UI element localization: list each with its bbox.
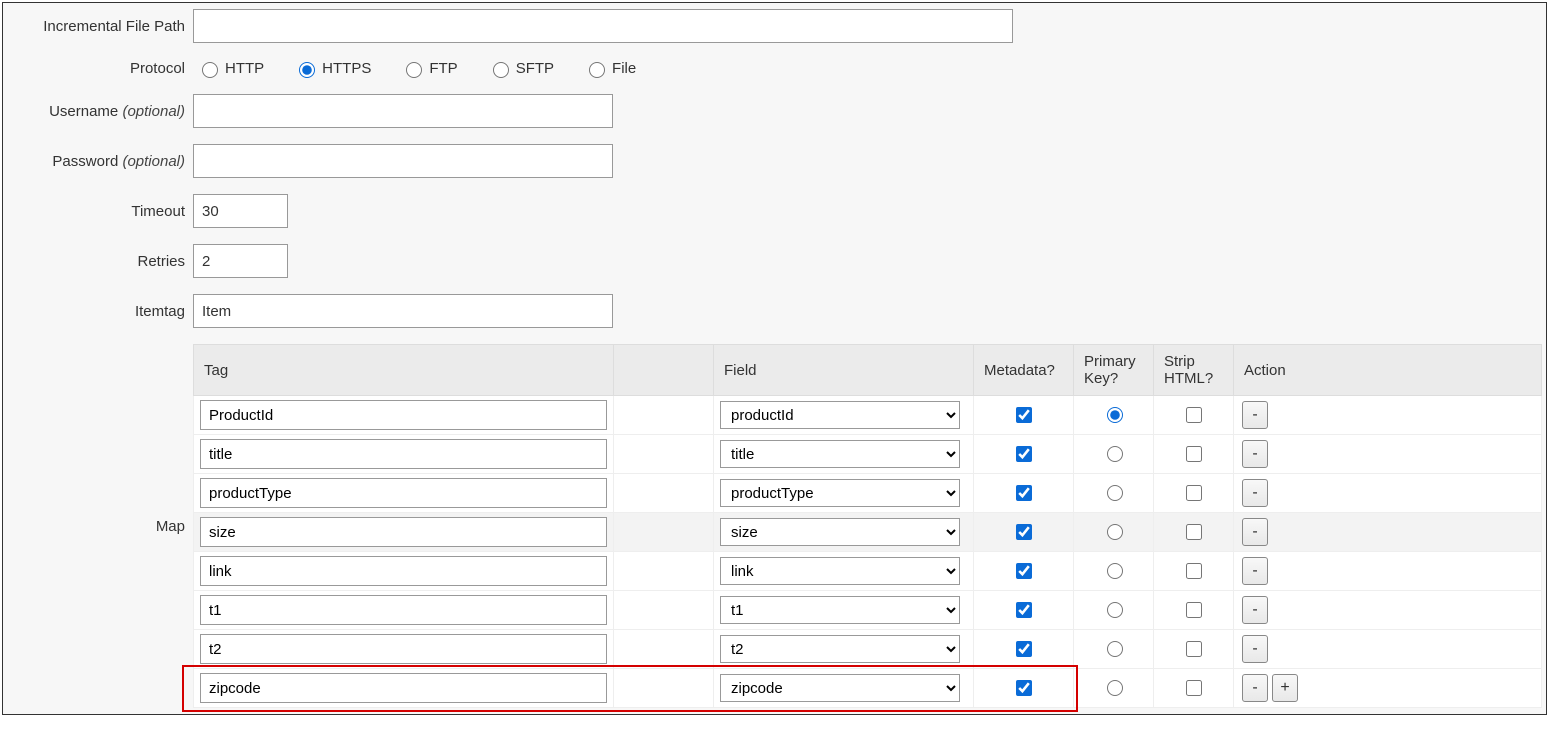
map-row: size - [194,513,1542,552]
protocol-radio-label-sftp: SFTP [516,60,554,77]
map-remove-row-button[interactable]: - [1242,557,1268,585]
map-row: link - [194,552,1542,591]
map-strip-html-checkbox[interactable] [1186,641,1202,657]
map-metadata-checkbox[interactable] [1016,407,1032,423]
map-header-primary-key: Primary Key? [1074,345,1154,396]
map-strip-html-checkbox[interactable] [1186,524,1202,540]
map-tag-input[interactable] [200,634,607,664]
map-row: zipcode -+ [194,669,1542,708]
map-primary-key-radio[interactable] [1107,680,1123,696]
map-metadata-checkbox[interactable] [1016,602,1032,618]
protocol-radio-sftp[interactable] [493,62,509,78]
map-metadata-checkbox[interactable] [1016,524,1032,540]
map-tag-input[interactable] [200,478,607,508]
map-header-tag: Tag [194,345,614,396]
map-strip-html-checkbox[interactable] [1186,680,1202,696]
map-remove-row-button[interactable]: - [1242,440,1268,468]
protocol-radio-label-ftp: FTP [429,60,457,77]
map-row: productId - [194,396,1542,435]
map-strip-html-checkbox[interactable] [1186,407,1202,423]
map-tag-input[interactable] [200,439,607,469]
map-primary-key-radio[interactable] [1107,563,1123,579]
map-header-field: Field [714,345,974,396]
protocol-radio-label-file: File [612,60,636,77]
map-strip-html-checkbox[interactable] [1186,485,1202,501]
map-remove-row-button[interactable]: - [1242,401,1268,429]
username-label: Username (optional) [7,103,193,120]
password-input[interactable] [193,144,613,178]
map-strip-html-checkbox[interactable] [1186,563,1202,579]
itemtag-label: Itemtag [7,303,193,320]
map-remove-row-button[interactable]: - [1242,674,1268,702]
map-add-row-button[interactable]: + [1272,674,1298,702]
map-remove-row-button[interactable]: - [1242,635,1268,663]
protocol-radio-ftp[interactable] [406,62,422,78]
retries-input[interactable] [193,244,288,278]
password-label: Password (optional) [7,153,193,170]
incremental-file-path-label: Incremental File Path [7,18,193,35]
map-primary-key-radio[interactable] [1107,407,1123,423]
protocol-radio-https[interactable] [299,62,315,78]
protocol-radio-file[interactable] [589,62,605,78]
map-field-select[interactable]: size [720,518,960,546]
map-tag-input[interactable] [200,517,607,547]
timeout-input[interactable] [193,194,288,228]
retries-label: Retries [7,253,193,270]
map-field-select[interactable]: t2 [720,635,960,663]
map-metadata-checkbox[interactable] [1016,485,1032,501]
map-header-metadata: Metadata? [974,345,1074,396]
map-primary-key-radio[interactable] [1107,602,1123,618]
incremental-file-path-input[interactable] [193,9,1013,43]
map-row: t1 - [194,591,1542,630]
username-input[interactable] [193,94,613,128]
map-header-action: Action [1234,345,1542,396]
map-tag-input[interactable] [200,556,607,586]
protocol-radio-group: HTTP HTTPS FTP SFTP File [193,59,636,78]
map-metadata-checkbox[interactable] [1016,446,1032,462]
map-field-select[interactable]: productType [720,479,960,507]
map-strip-html-checkbox[interactable] [1186,602,1202,618]
map-table: Tag Field Metadata? Primary Key? Strip H… [193,344,1542,708]
protocol-radio-label-http: HTTP [225,60,264,77]
map-remove-row-button[interactable]: - [1242,518,1268,546]
map-field-select[interactable]: productId [720,401,960,429]
protocol-radio-label-https: HTTPS [322,60,371,77]
map-primary-key-radio[interactable] [1107,446,1123,462]
map-metadata-checkbox[interactable] [1016,563,1032,579]
map-field-select[interactable]: link [720,557,960,585]
protocol-radio-http[interactable] [202,62,218,78]
map-remove-row-button[interactable]: - [1242,596,1268,624]
map-header-strip-html: Strip HTML? [1154,345,1234,396]
map-field-select[interactable]: t1 [720,596,960,624]
protocol-label: Protocol [7,60,193,77]
map-metadata-checkbox[interactable] [1016,641,1032,657]
map-primary-key-radio[interactable] [1107,641,1123,657]
map-strip-html-checkbox[interactable] [1186,446,1202,462]
map-remove-row-button[interactable]: - [1242,479,1268,507]
map-field-select[interactable]: zipcode [720,674,960,702]
map-tag-input[interactable] [200,673,607,703]
map-row: title - [194,435,1542,474]
map-primary-key-radio[interactable] [1107,485,1123,501]
map-label: Map [7,344,193,708]
map-metadata-checkbox[interactable] [1016,680,1032,696]
map-header-spacer [614,345,714,396]
map-field-select[interactable]: title [720,440,960,468]
map-tag-input[interactable] [200,595,607,625]
timeout-label: Timeout [7,203,193,220]
itemtag-input[interactable] [193,294,613,328]
map-tag-input[interactable] [200,400,607,430]
map-row: t2 - [194,630,1542,669]
map-row: productType - [194,474,1542,513]
map-primary-key-radio[interactable] [1107,524,1123,540]
